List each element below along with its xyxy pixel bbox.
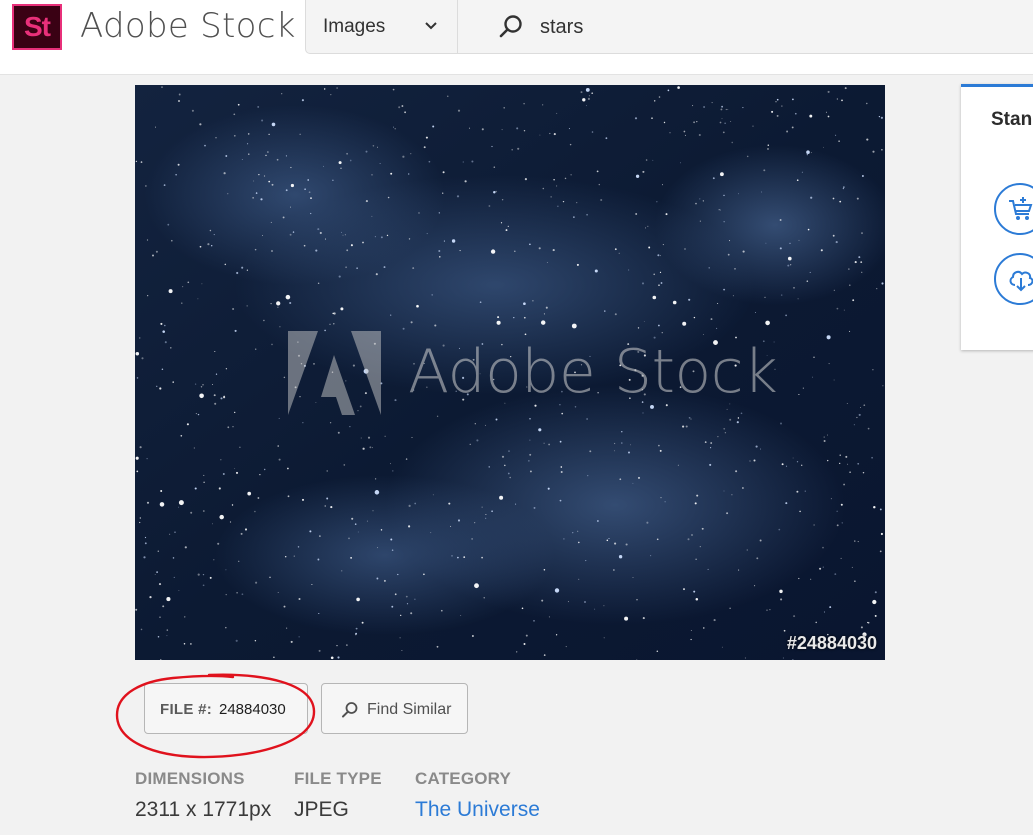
chevron-down-icon — [424, 18, 438, 36]
file-type-label: FILE TYPE — [294, 769, 382, 788]
watermark-text: Adobe Stock — [408, 337, 778, 407]
download-button[interactable] — [994, 253, 1033, 305]
license-panel: Stan — [961, 84, 1033, 350]
find-similar-button[interactable]: Find Similar — [321, 683, 468, 734]
cloud-download-icon — [1009, 270, 1033, 292]
category-label: CATEGORY — [415, 769, 512, 788]
file-type-value: JPEG — [294, 798, 349, 821]
add-to-cart-button[interactable] — [994, 183, 1033, 235]
dimensions-value: 2311 x 1771px — [135, 798, 272, 821]
category-link[interactable]: The Universe — [415, 798, 540, 822]
file-number-label: FILE #: — [160, 701, 213, 718]
cart-plus-icon — [1009, 197, 1033, 220]
asset-type-selected: Images — [323, 16, 386, 37]
image-preview[interactable]: Adobe Stock #24884030 — [135, 85, 885, 660]
tab-standard[interactable]: Stan — [991, 109, 1032, 131]
adobe-stock-logo[interactable]: St — [12, 4, 62, 50]
search-icon — [341, 701, 359, 724]
file-id-overlay: #24884030 — [786, 633, 877, 653]
find-similar-label: Find Similar — [367, 701, 452, 718]
asset-type-dropdown[interactable]: Images — [305, 0, 458, 54]
search-icon[interactable] — [498, 14, 524, 45]
search-bar — [458, 0, 1033, 54]
top-bar: St Adobe Stock Images — [0, 0, 1033, 75]
file-number-button[interactable]: FILE #: 24884030 — [144, 683, 308, 734]
search-input[interactable] — [540, 12, 990, 42]
dimensions-label: DIMENSIONS — [135, 769, 245, 788]
brand-name[interactable]: Adobe Stock — [80, 6, 296, 46]
file-number-value: 24884030 — [219, 701, 286, 718]
watermark: Adobe Stock — [288, 331, 778, 415]
